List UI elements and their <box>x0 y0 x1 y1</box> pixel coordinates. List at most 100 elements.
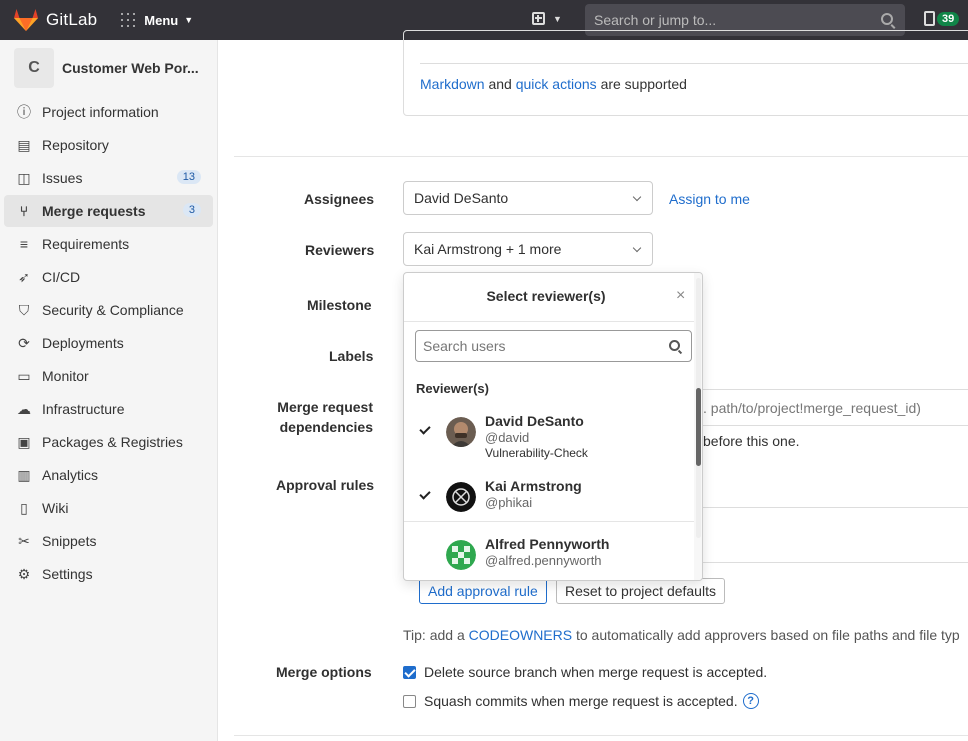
search-users-input[interactable]: Search users <box>415 330 692 362</box>
approval-rules-label: Approval rules <box>276 477 375 493</box>
issues-icon: ◫ <box>17 170 31 186</box>
mr-dependencies-label-line1: Merge request <box>277 399 373 415</box>
sidebar-item-label: Analytics <box>42 467 99 483</box>
close-icon[interactable]: × <box>676 287 685 305</box>
check-icon <box>419 488 431 500</box>
sidebar-item-label: Infrastructure <box>42 401 125 417</box>
check-icon <box>419 423 431 435</box>
mr-dependencies-label-line2: dependencies <box>279 419 373 435</box>
reviewers-value: Kai Armstrong + 1 more <box>414 241 562 257</box>
sidebar-item-label: Deployments <box>42 335 124 351</box>
project-header[interactable]: C Customer Web Por... <box>0 40 217 96</box>
codeowners-link[interactable]: CODEOWNERS <box>469 627 572 643</box>
assign-to-me-link[interactable]: Assign to me <box>669 191 750 207</box>
sidebar-item-security-compliance[interactable]: ⛉ Security & Compliance <box>4 294 213 326</box>
sidebar-item-infrastructure[interactable]: ☁ Infrastructure <box>4 393 213 425</box>
mr-dependencies-input[interactable]: . path/to/project!merge_request_id) <box>703 400 921 416</box>
new-dropdown-button[interactable]: ▼ <box>532 12 562 25</box>
tip-prefix: Tip: add a <box>403 627 465 643</box>
merge-requests-counter[interactable]: 39 <box>924 11 960 26</box>
plus-square-icon <box>532 12 545 25</box>
sidebar-item-analytics[interactable]: ▥ Analytics <box>4 459 213 491</box>
requirements-icon: ≡ <box>19 236 29 252</box>
mr-dependencies-help: before this one. <box>703 433 800 449</box>
description-editor[interactable]: Markdown and quick actions are supported <box>403 30 968 116</box>
sidebar-item-label: Issues <box>42 170 83 186</box>
sidebar-item-requirements[interactable]: ≡ Requirements <box>4 228 213 260</box>
labels-label: Labels <box>329 348 374 364</box>
user-handle: @phikai <box>485 495 533 510</box>
user-name: Alfred Pennyworth <box>485 536 610 552</box>
markdown-help: Markdown and quick actions are supported <box>420 76 687 92</box>
quick-actions-link[interactable]: quick actions <box>516 76 597 92</box>
sidebar-item-repository[interactable]: ▤ Repository <box>4 129 213 161</box>
sidebar-item-label: Monitor <box>42 368 89 384</box>
sidebar-item-deployments[interactable]: ⟳ Deployments <box>4 327 213 359</box>
sidebar-nav: ⓘ Project information ▤ Repository ◫ Issues 13… <box>0 96 217 590</box>
mr-dependencies-label: Merge request dependencies <box>275 399 373 435</box>
assignees-label: Assignees <box>304 191 375 207</box>
chevron-down-icon: ▼ <box>553 13 562 24</box>
sidebar-item-label: Snippets <box>42 533 97 549</box>
sidebar-item-merge-requests[interactable]: ⑂ Merge requests 3 <box>4 195 213 227</box>
squash-commits-checkbox[interactable] <box>403 694 416 708</box>
chevron-down-icon <box>632 192 642 202</box>
dropdown-title: Select reviewer(s) <box>486 288 606 304</box>
menu-button[interactable]: Menu ▼ <box>121 13 193 28</box>
chart-icon: ▥ <box>17 467 31 483</box>
grid-icon <box>121 13 136 27</box>
deps-input-border-bottom <box>703 425 968 426</box>
sidebar-item-wiki[interactable]: ▯ Wiki <box>4 492 213 524</box>
reset-defaults-button[interactable]: Reset to project defaults <box>556 578 725 604</box>
user-role: Vulnerability-Check <box>485 446 588 460</box>
merge-request-icon: ⑂ <box>19 203 29 219</box>
search-icon <box>669 340 680 351</box>
assignees-dropdown[interactable]: David DeSanto <box>403 181 653 215</box>
user-name: David DeSanto <box>485 413 584 429</box>
sidebar-item-issues[interactable]: ◫ Issues 13 <box>4 162 213 194</box>
and-text: and <box>488 76 512 92</box>
codeowners-tip: Tip: add a CODEOWNERS to automatically a… <box>403 627 960 643</box>
section-divider-bottom <box>234 735 968 736</box>
avatar <box>446 540 476 570</box>
delete-source-branch-checkbox[interactable] <box>403 665 416 679</box>
approval-table-line-2 <box>703 562 968 563</box>
chevron-down-icon <box>632 243 642 253</box>
sidebar-item-project-information[interactable]: ⓘ Project information <box>4 96 213 128</box>
book-icon: ▯ <box>20 500 28 516</box>
markdown-link[interactable]: Markdown <box>420 76 485 92</box>
delete-source-branch-row[interactable]: Delete source branch when merge request … <box>403 664 767 680</box>
merge-request-icon <box>924 11 935 26</box>
count-badge: 13 <box>176 170 201 184</box>
delete-source-branch-label: Delete source branch when merge request … <box>424 664 768 680</box>
add-approval-rule-button[interactable]: Add approval rule <box>419 578 547 604</box>
help-icon[interactable]: ? <box>742 693 759 709</box>
search-icon <box>881 13 893 25</box>
reviewer-select-dropdown: Select reviewer(s) × Search users Review… <box>403 272 703 581</box>
sidebar-item-packages-registries[interactable]: ▣ Packages & Registries <box>4 426 213 458</box>
sidebar-item-label: Merge requests <box>42 203 146 219</box>
gitlab-logo[interactable]: GitLab <box>14 9 97 31</box>
monitor-icon: ▭ <box>17 368 31 384</box>
sidebar-item-label: CI/CD <box>42 269 81 285</box>
sidebar-item-label: Security & Compliance <box>42 302 184 318</box>
squash-commits-row[interactable]: Squash commits when merge request is acc… <box>403 693 759 709</box>
dropdown-header-divider <box>404 321 694 322</box>
milestone-label: Milestone <box>307 297 372 313</box>
project-name: Customer Web Por... <box>62 60 199 76</box>
chevron-down-icon: ▼ <box>184 15 194 25</box>
sidebar-item-settings[interactable]: ⚙ Settings <box>4 558 213 590</box>
reviewers-dropdown[interactable]: Kai Armstrong + 1 more <box>403 232 653 266</box>
sidebar-item-monitor[interactable]: ▭ Monitor <box>4 360 213 392</box>
scrollbar-thumb[interactable] <box>696 388 701 466</box>
editor-divider <box>420 63 968 64</box>
mr-count-badge: 39 <box>937 11 960 26</box>
sidebar-item-label: Requirements <box>42 236 130 252</box>
merge-options-label: Merge options <box>276 664 372 680</box>
dropdown-divider <box>404 521 694 522</box>
brand-name: GitLab <box>46 10 98 29</box>
sidebar-item-ci-cd[interactable]: ➶ CI/CD <box>4 261 213 293</box>
project-avatar: C <box>14 48 54 88</box>
section-divider <box>234 156 968 157</box>
sidebar-item-snippets[interactable]: ✂ Snippets <box>4 525 213 557</box>
